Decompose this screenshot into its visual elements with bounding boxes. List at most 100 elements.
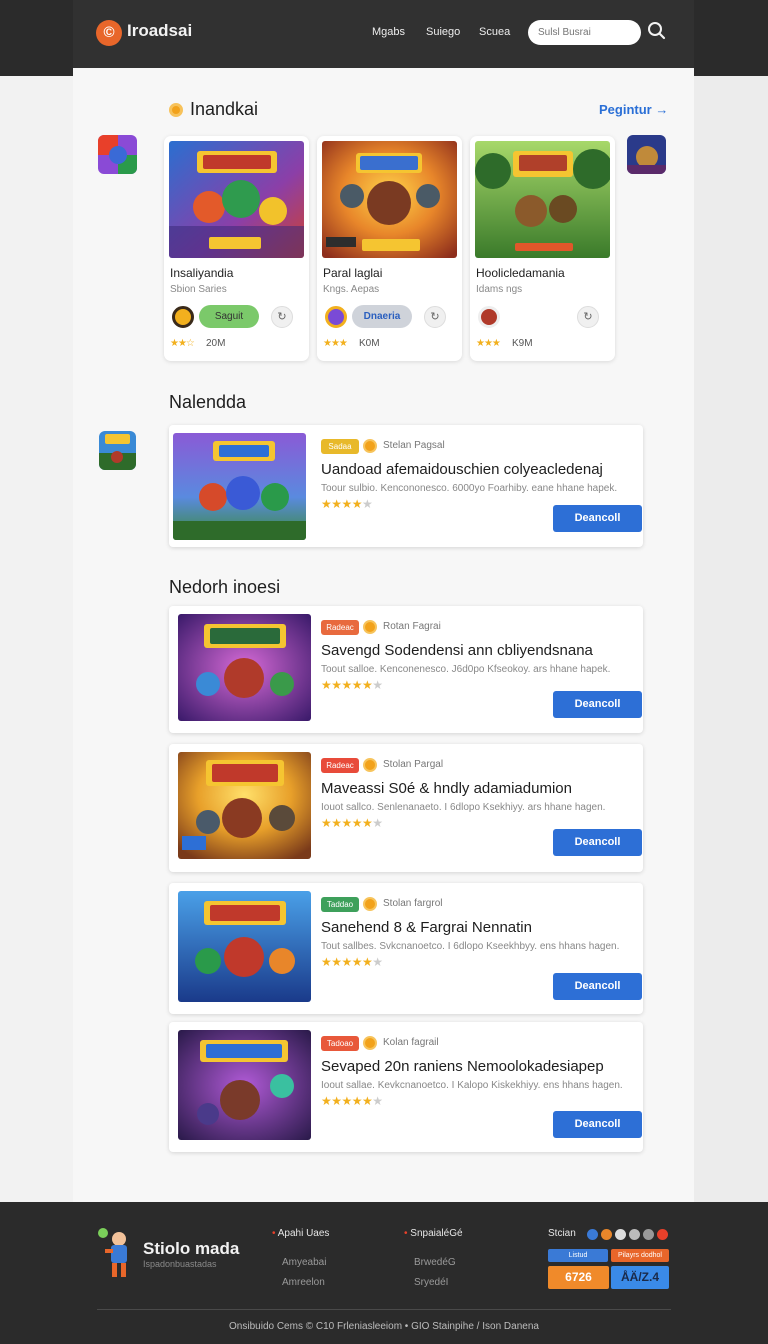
game-thumbnail[interactable] — [178, 614, 311, 721]
right-gutter — [694, 76, 768, 1202]
game-subtitle: Sbion Saries — [170, 284, 227, 295]
featured-card[interactable]: Insaliyandia Sbion Saries Saguit ↻ ★★☆ 2… — [164, 136, 309, 361]
action-pill[interactable]: Saguit — [199, 305, 259, 328]
coin-icon — [363, 758, 377, 772]
share-icon[interactable]: ↻ — [424, 306, 446, 328]
game-list-card[interactable]: Sadaa Stelan Pagsal Uandoad afemaidousch… — [169, 425, 643, 547]
game-list-card[interactable]: Radeac Rotan Fagrai Savengd Sodendensi a… — [169, 606, 643, 733]
footer-brand: Stiolo mada — [143, 1239, 240, 1258]
page-container: © Iroadsai Mgabs Suiego Scuea Inandkai P… — [73, 0, 694, 1202]
game-title[interactable]: Sanehend 8 & Fargrai Nennatin — [321, 919, 532, 936]
search-input[interactable] — [528, 20, 641, 45]
game-title[interactable]: Uandoad afemaidouschien colyeacledenaj — [321, 461, 603, 478]
footer-link[interactable]: Amreelon — [282, 1277, 325, 1288]
chat-icon[interactable] — [629, 1229, 640, 1240]
rating-stars: ★★☆ — [170, 338, 195, 349]
coin-icon — [363, 1036, 377, 1050]
register-link[interactable]: Pegintur → — [599, 102, 668, 117]
rating-stars: ★★★ — [476, 338, 501, 349]
category-tag: Taddao — [321, 897, 359, 912]
nav-item-3[interactable]: Scuea — [479, 26, 510, 38]
store-badge[interactable]: Listud — [548, 1249, 608, 1262]
footer-col-heading: • SnpaialéGé — [404, 1228, 463, 1239]
category-tag: Radeac — [321, 620, 359, 635]
game-title[interactable]: Savengd Sodendensi ann cbliyendsnana — [321, 642, 593, 659]
copyright: Onsibuido Cems © C10 Frleniasleeiom • GI… — [229, 1321, 539, 1332]
game-description: Tout sallbes. Svkcnanoetco. I 6dlopo Kse… — [321, 941, 620, 952]
game-title[interactable]: Sevaped 20n raniens Nemoolokadesiapep — [321, 1058, 604, 1075]
left-gutter — [0, 76, 73, 1202]
featured-coin-icon — [169, 103, 183, 117]
game-thumbnail[interactable] — [178, 891, 311, 1002]
game-description: Toour sulbio. Kencononesco. 6000yo Foarh… — [321, 483, 618, 494]
download-button[interactable]: Deancoll — [553, 829, 642, 856]
game-description: Iouot sallco. Senlenanaeto. I 6dlopo Kse… — [321, 802, 606, 813]
game-name[interactable]: Paral laglai — [323, 266, 382, 280]
rss-icon[interactable] — [601, 1229, 612, 1240]
mail-icon[interactable] — [615, 1229, 626, 1240]
publisher: Stelan Pagsal — [383, 440, 445, 451]
featured-card[interactable]: Paral laglai Kngs. Aepas Dnaeria ↻ ★★★ K… — [317, 136, 462, 361]
side-app-icon[interactable] — [99, 431, 136, 470]
store-badge[interactable]: Pilayrs dodhol — [611, 1249, 669, 1262]
header: © Iroadsai Mgabs Suiego Scuea — [73, 0, 694, 68]
popular-title: Nedorh inoesi — [169, 577, 281, 597]
game-list-card[interactable]: Taddao Stolan fargrol Sanehend 8 & Fargr… — [169, 883, 643, 1014]
game-name[interactable]: Hoolicledamania — [476, 266, 565, 280]
download-count: K0M — [359, 338, 380, 349]
download-button[interactable]: Deancoll — [553, 1111, 642, 1138]
nav-item-1[interactable]: Mgabs — [372, 26, 405, 38]
footer-link[interactable]: BrwedéG — [414, 1257, 456, 1268]
share-icon[interactable]: ↻ — [577, 306, 599, 328]
download-count: 20M — [206, 338, 226, 349]
game-thumbnail[interactable] — [169, 141, 304, 258]
publisher: Rotan Fagrai — [383, 621, 441, 632]
game-thumbnail[interactable] — [178, 1030, 311, 1140]
nav-item-2[interactable]: Suiego — [426, 26, 460, 38]
avatar — [478, 306, 500, 328]
rating-stars: ★★★★★★ — [321, 955, 383, 969]
download-button[interactable]: Deancoll — [553, 973, 642, 1000]
game-list-card[interactable]: Radeac Stolan Pargal Maveassi S0é & hndl… — [169, 744, 643, 872]
featured-title: Inandkai — [190, 99, 259, 119]
footer-link[interactable]: Amyeabai — [282, 1257, 326, 1268]
game-thumbnail[interactable] — [173, 433, 306, 540]
social-heading: Stcian — [548, 1228, 576, 1239]
rating-stars: ★★★ — [323, 338, 348, 349]
facebook-icon[interactable] — [587, 1229, 598, 1240]
game-list-card[interactable]: Tadoao Kolan fagrail Sevaped 20n raniens… — [169, 1022, 643, 1152]
download-button[interactable]: Deancoll — [553, 505, 642, 532]
game-subtitle: Idams ngs — [476, 284, 523, 295]
game-thumbnail[interactable] — [322, 141, 457, 258]
publisher: Kolan fagrail — [383, 1037, 439, 1048]
game-name[interactable]: Insaliyandia — [170, 266, 233, 280]
newest-title: Nalendda — [169, 392, 247, 412]
stat-badge: ÅÄ/Z.4 — [611, 1266, 669, 1289]
avatar — [172, 306, 194, 328]
stat-badge: 6726 — [548, 1266, 609, 1289]
logo-icon[interactable]: © — [96, 20, 122, 46]
search-icon[interactable] — [646, 20, 668, 42]
rating-stars: ★★★★★ — [321, 497, 373, 511]
rating-stars: ★★★★★★ — [321, 678, 383, 692]
game-description: Toout salloe. Kenconenesco. J6d0po Kfseo… — [321, 664, 611, 675]
game-subtitle: Kngs. Aepas — [323, 284, 380, 295]
footer: Stiolo mada Ispadonbuastadas • Apahi Uae… — [0, 1202, 768, 1344]
publisher: Stolan fargrol — [383, 898, 443, 909]
category-tag: Radeac — [321, 758, 359, 773]
download-button[interactable]: Deancoll — [553, 691, 642, 718]
side-app-icon[interactable] — [627, 135, 666, 174]
footer-link[interactable]: SryedéI — [414, 1277, 448, 1288]
brand-name[interactable]: Iroadsai — [127, 21, 192, 41]
action-pill[interactable]: Dnaeria — [352, 305, 412, 328]
game-thumbnail[interactable] — [178, 752, 311, 859]
rating-stars: ★★★★★★ — [321, 816, 383, 830]
featured-card[interactable]: Hoolicledamania Idams ngs ↻ ★★★ K9M — [470, 136, 615, 361]
coin-icon — [363, 439, 377, 453]
game-title[interactable]: Maveassi S0é & hndly adamiadumion — [321, 780, 572, 797]
youtube-icon[interactable] — [657, 1229, 668, 1240]
share-icon[interactable]: ↻ — [271, 306, 293, 328]
camera-icon[interactable] — [643, 1229, 654, 1240]
side-app-icon[interactable] — [98, 135, 137, 174]
game-thumbnail[interactable] — [475, 141, 610, 258]
